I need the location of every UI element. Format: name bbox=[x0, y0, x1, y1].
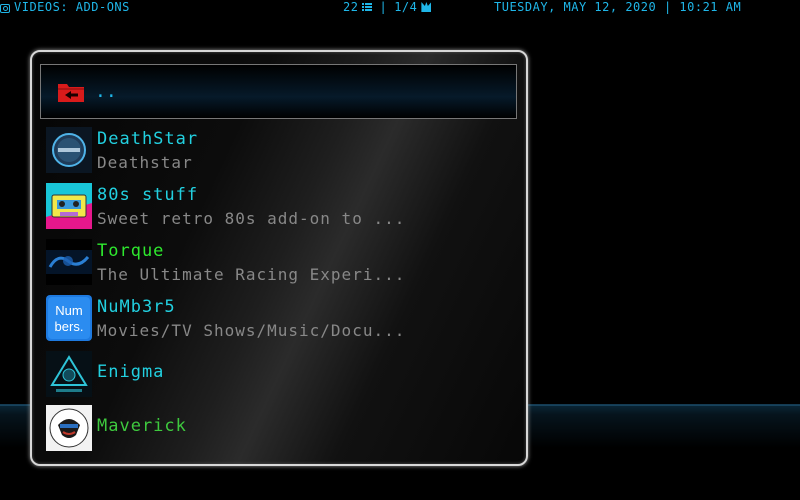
list-item-numb3r5[interactable]: Num bers. NuMb3r5 Movies/TV Shows/Music/… bbox=[46, 292, 516, 342]
folder-back-icon bbox=[58, 84, 84, 102]
deathstar-logo-icon bbox=[46, 127, 92, 173]
parent-folder-row[interactable]: .. bbox=[40, 64, 517, 119]
enigma-logo-icon bbox=[46, 351, 92, 397]
top-bar: VIDEOS: ADD-ONS 22 | 1/4 TUESDAY, MAY 12… bbox=[0, 0, 800, 16]
addon-subtitle: Deathstar bbox=[97, 153, 193, 172]
cassette-tape-icon bbox=[46, 183, 92, 229]
separator: | bbox=[379, 0, 388, 14]
section-label: VIDEOS: ADD-ONS bbox=[14, 0, 130, 14]
addon-title: NuMb3r5 bbox=[97, 297, 176, 317]
parent-folder-label: .. bbox=[95, 81, 117, 102]
list-item-torque[interactable]: Torque The Ultimate Racing Experi... bbox=[46, 236, 516, 286]
list-item-maverick[interactable]: Maverick bbox=[46, 402, 516, 452]
addon-subtitle: The Ultimate Racing Experi... bbox=[97, 265, 406, 284]
addon-subtitle: Sweet retro 80s add-on to ... bbox=[97, 209, 406, 228]
list-icon bbox=[362, 3, 373, 11]
svg-text:bers.: bers. bbox=[55, 319, 84, 334]
addon-title: Torque bbox=[97, 241, 165, 261]
addon-title: Enigma bbox=[97, 362, 165, 382]
datetime: TUESDAY, MAY 12, 2020 | 10:21 AM bbox=[494, 0, 742, 14]
addon-subtitle: Movies/TV Shows/Music/Docu... bbox=[97, 321, 406, 340]
item-count: 22 bbox=[343, 0, 359, 14]
list-item-enigma[interactable]: Enigma bbox=[46, 348, 516, 398]
addon-title: DeathStar bbox=[97, 129, 199, 149]
video-camera-icon bbox=[0, 4, 10, 13]
addon-title: Maverick bbox=[97, 416, 187, 436]
addon-title: 80s stuff bbox=[97, 185, 199, 205]
svg-text:Num: Num bbox=[55, 303, 82, 318]
maverick-logo-icon bbox=[46, 405, 92, 451]
page-indicator: 1/4 bbox=[394, 0, 418, 14]
list-item-deathstar[interactable]: DeathStar Deathstar bbox=[46, 124, 516, 174]
list-info: 22 | 1/4 bbox=[343, 0, 432, 14]
torque-logo-icon bbox=[46, 239, 92, 285]
list-item-80s-stuff[interactable]: 80s stuff Sweet retro 80s add-on to ... bbox=[46, 180, 516, 230]
page-icon bbox=[421, 2, 432, 12]
section-header: VIDEOS: ADD-ONS bbox=[0, 0, 130, 14]
numbers-logo-icon: Num bers. bbox=[46, 295, 92, 341]
